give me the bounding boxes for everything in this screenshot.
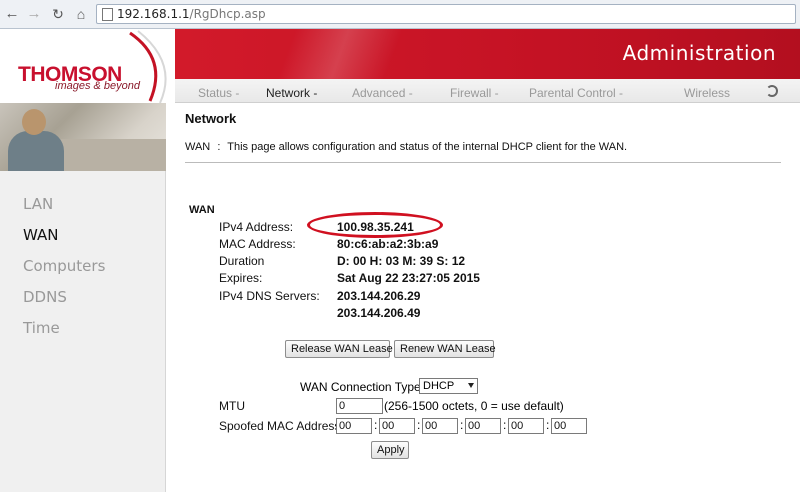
- logo-swoosh-icon: [129, 30, 167, 103]
- ipv4-highlight-ellipse: [307, 212, 443, 238]
- sidebar: LAN WAN Computers DDNS Time: [0, 103, 166, 492]
- connection-type-label: WAN Connection Type: [300, 380, 421, 394]
- mac-colon: :: [374, 418, 378, 432]
- mac-value: 80:c6:ab:a2:3b:a9: [337, 237, 439, 251]
- duration-label: Duration: [219, 254, 265, 268]
- loading-spinner-icon: [766, 85, 778, 97]
- spoofed-mac-label: Spoofed MAC Address: [219, 419, 341, 433]
- tab-firewall[interactable]: Firewall -: [450, 86, 499, 100]
- mac-colon: :: [417, 418, 421, 432]
- divider: [185, 162, 781, 163]
- dropdown-arrow-icon: [468, 383, 474, 388]
- tab-status[interactable]: Status -: [198, 86, 239, 100]
- tab-wireless[interactable]: Wireless: [684, 86, 730, 100]
- sidebar-photo: [0, 103, 166, 171]
- mac-label: MAC Address:: [219, 237, 296, 251]
- apply-button[interactable]: Apply: [371, 441, 409, 459]
- spoofed-mac-octet-1[interactable]: 00: [336, 418, 372, 434]
- mac-colon: :: [460, 418, 464, 432]
- dns-label: IPv4 DNS Servers:: [219, 289, 320, 303]
- connection-type-select[interactable]: DHCP: [419, 378, 478, 394]
- renew-wan-lease-button[interactable]: Renew WAN Lease: [394, 340, 496, 358]
- mtu-label: MTU: [219, 399, 245, 413]
- section-heading: WAN: [189, 204, 215, 216]
- desc-text: This page allows configuration and statu…: [227, 141, 628, 153]
- back-arrow-icon[interactable]: ←: [4, 6, 20, 22]
- browser-toolbar: ← → ↻ ⌂ 192.168.1.1/RgDhcp.asp: [0, 0, 800, 29]
- page-description: WAN : This page allows configuration and…: [185, 141, 627, 153]
- spoofed-mac-octet-6[interactable]: 00: [551, 418, 587, 434]
- tab-advanced[interactable]: Advanced -: [352, 86, 413, 100]
- sidebar-item-lan[interactable]: LAN: [23, 195, 53, 213]
- connection-type-value: DHCP: [423, 380, 455, 392]
- release-wan-lease-button[interactable]: Release WAN Lease: [285, 340, 393, 358]
- spoofed-mac-octet-3[interactable]: 00: [422, 418, 458, 434]
- admin-title: Administration: [622, 41, 776, 65]
- sidebar-item-ddns[interactable]: DDNS: [23, 288, 67, 306]
- sidebar-item-wan[interactable]: WAN: [23, 226, 59, 244]
- page-title: Network: [185, 111, 237, 126]
- forward-arrow-icon[interactable]: →: [26, 6, 42, 22]
- mtu-hint: (256-1500 octets, 0 = use default): [384, 399, 564, 413]
- mac-colon: :: [503, 418, 507, 432]
- ipv4-label: IPv4 Address:: [219, 220, 294, 234]
- dns-server-2: 203.144.206.49: [337, 306, 421, 320]
- tab-parental-control[interactable]: Parental Control -: [529, 86, 623, 100]
- mtu-input[interactable]: 0: [336, 398, 383, 414]
- reload-icon[interactable]: ↻: [50, 6, 66, 22]
- tab-bar: Status - Network - Advanced - Firewall -…: [175, 79, 800, 103]
- dns-server-1: 203.144.206.29: [337, 289, 421, 303]
- expires-value: Sat Aug 22 23:27:05 2015: [337, 271, 480, 285]
- spoofed-mac-octet-4[interactable]: 00: [465, 418, 501, 434]
- sidebar-item-time[interactable]: Time: [23, 319, 60, 337]
- router-header: THOMSON images & beyond Administration S…: [0, 29, 800, 103]
- address-bar[interactable]: 192.168.1.1/RgDhcp.asp: [96, 4, 796, 24]
- home-icon[interactable]: ⌂: [73, 6, 89, 22]
- tab-network[interactable]: Network -: [266, 86, 317, 100]
- mac-colon: :: [546, 418, 550, 432]
- page-icon: [102, 8, 113, 21]
- expires-label: Expires:: [219, 271, 263, 285]
- url-text[interactable]: 192.168.1.1/RgDhcp.asp: [117, 7, 266, 21]
- desc-separator: :: [217, 141, 221, 153]
- spoofed-mac-octet-2[interactable]: 00: [379, 418, 415, 434]
- title-banner: Administration: [175, 29, 800, 79]
- duration-value: D: 00 H: 03 M: 39 S: 12: [337, 254, 466, 268]
- sidebar-item-computers[interactable]: Computers: [23, 257, 105, 275]
- thomson-logo: THOMSON images & beyond: [0, 29, 175, 103]
- spoofed-mac-octet-5[interactable]: 00: [508, 418, 544, 434]
- desc-key: WAN: [185, 141, 211, 153]
